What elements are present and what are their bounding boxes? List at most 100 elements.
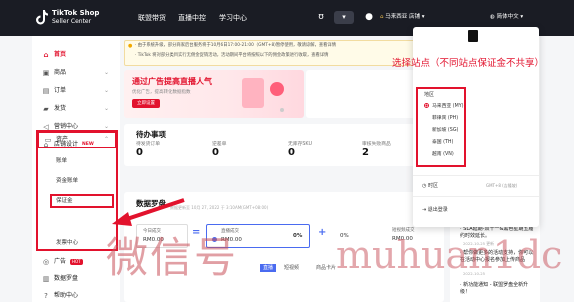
sidebar-sub-deposit[interactable]: 保证金 [56, 196, 73, 206]
logo-subtitle: Seller Center [52, 18, 92, 25]
headset-icon[interactable]: ʊ [314, 10, 328, 24]
todo-value-out-of-stock[interactable]: 0 [288, 147, 295, 158]
chevron-down-icon: ▾ [520, 14, 524, 20]
globe-icon: ◍ [490, 14, 495, 20]
todo-title: 待办事项 [136, 130, 166, 139]
promo-banner[interactable]: 通过广告提高直播人气 优化广告，提高转化数据指数 立即设置 [124, 70, 304, 118]
sidebar-item-label: 发货 [54, 105, 67, 112]
banner-title: 通过广告提高直播人气 [132, 77, 212, 86]
ad-icon: ◎ [42, 258, 50, 266]
todo-value-failed-review[interactable]: 2 [362, 147, 369, 158]
carousel-dot[interactable] [280, 108, 284, 112]
region-label: 地区 [424, 92, 435, 98]
sidebar-sub-invoice[interactable]: 发票中心 [56, 238, 78, 248]
todo-card [124, 124, 444, 166]
region-option-vn[interactable]: 越南 (VN) [432, 151, 454, 159]
language-switcher[interactable]: ◍ 简体中文 ▾ [490, 11, 523, 23]
tab-product-card[interactable]: 商品卡片 [316, 264, 336, 272]
app-root: TikTok Shop Seller Center 联盟带货 直播中控 学习中心… [0, 0, 574, 302]
dropdown-divider [413, 175, 539, 176]
logout-button[interactable]: ⇥ 退出登录 [422, 206, 448, 213]
bell-icon[interactable]: ● [362, 10, 376, 24]
dropdown-divider [413, 196, 539, 197]
timezone-row[interactable]: ◷ 时区 [422, 182, 438, 189]
sidebar-item-ads[interactable]: ◎ 广告 HOT [42, 256, 83, 268]
clock-icon: ◷ [422, 183, 427, 189]
annotation-text: 选择站点（不同站点保证金不共享） [392, 58, 545, 69]
chevron-down-icon: ⌄ [104, 69, 110, 76]
sidebar-item-products[interactable]: ▣ 商品 [42, 67, 66, 79]
chevron-up-icon: ⌃ [104, 136, 110, 143]
store-switcher[interactable]: ⌂ 马来西亚 店铺 ▾ [380, 11, 425, 23]
order-icon: ▤ [42, 87, 50, 95]
notice-line-2: · TikTok 将对部分类目实行无佣金促销活动，活动期间平台将按照以下的佣金政… [135, 53, 329, 58]
todo-label-out-of-stock: 无库存SKU [288, 142, 312, 147]
sidebar-item-label: 资产 [56, 136, 69, 143]
region-option-th[interactable]: 泰国 (TH) [432, 139, 453, 147]
truck-icon: ▰ [43, 105, 49, 113]
todo-label-failed-review: 审核失败商品 [362, 142, 391, 147]
phone-illustration [242, 78, 264, 108]
chevron-down-icon: ▾ [421, 14, 425, 20]
home-icon: ⌂ [43, 51, 49, 59]
notice-banner: ● · 由于系统升级，部分商家后台服务将于10月6日17:00-21:00（GM… [124, 40, 428, 66]
sidebar-item-label: 首页 [54, 51, 67, 58]
watermark-text-cn: 微信号 [106, 233, 239, 282]
wallet-icon: ▭ [44, 136, 52, 144]
hot-badge: HOT [70, 259, 83, 265]
help-icon: ? [44, 292, 48, 300]
message-button[interactable]: ▾ [334, 11, 354, 24]
message-icon: ▾ [342, 13, 346, 21]
tiktok-logo-icon [36, 10, 48, 25]
secondary-banner[interactable] [306, 70, 418, 118]
sidebar-item-help[interactable]: ? 帮助中心 [42, 290, 78, 302]
banner-setup-button[interactable]: 立即设置 [132, 99, 160, 108]
radio-selected-icon [424, 103, 429, 108]
notice-line-1: · 由于系统升级，部分商家后台服务将于10月6日17:00-21:00（GMT+… [135, 43, 337, 48]
sidebar-item-assets[interactable]: ▭ 资产 [44, 134, 68, 146]
tab-short-video[interactable]: 短视频 [284, 264, 299, 272]
box-icon: ▣ [42, 69, 50, 77]
tab-live[interactable]: 直播 [260, 264, 277, 272]
banner-subtitle: 优化广告，提高转化数据指数 [132, 90, 191, 95]
sidebar-sub-fund-bills[interactable]: 资金账单 [56, 176, 78, 186]
chevron-down-icon: ⌄ [104, 87, 110, 94]
timezone-label: 时区 [427, 183, 438, 189]
sidebar-item-data-compass[interactable]: ▥ 数据罗盘 [42, 273, 78, 285]
sidebar-item-shipping[interactable]: ▰ 发货 [42, 103, 66, 115]
sidebar-item-label: 订单 [54, 87, 67, 94]
store-icon: ⌂ [380, 14, 384, 20]
chevron-down-icon: ⌄ [104, 123, 110, 130]
nav-affiliate[interactable]: 联盟带货 [138, 12, 166, 24]
language-label: 简体中文 [496, 14, 519, 20]
logout-label: 退出登录 [427, 207, 448, 213]
region-option-label: 马来西亚 (MY) [432, 104, 464, 109]
sidebar-item-label: 广告 [54, 258, 67, 265]
heart-illustration [270, 82, 284, 96]
warning-icon: ● [128, 43, 133, 49]
logout-icon: ⇥ [422, 207, 427, 213]
todo-value-pending-ship[interactable]: 0 [136, 147, 143, 158]
timezone-value: GMT+8 (吉隆坡) [486, 183, 518, 188]
sidebar-sub-bills[interactable]: 账单 [56, 156, 67, 166]
sidebar-item-orders[interactable]: ▤ 订单 [42, 85, 66, 97]
chevron-down-icon: ⌄ [104, 105, 110, 112]
nav-live-control[interactable]: 直播中控 [178, 12, 206, 24]
nav-learning-center[interactable]: 学习中心 [219, 12, 247, 24]
news-item-3[interactable]: · 新功能通知 - 联盟罗盘全新升级！ [460, 282, 536, 296]
logo-title: TikTok Shop [52, 9, 100, 17]
plus-sign: + [318, 227, 327, 238]
store-name: 马来西亚 店铺 [385, 14, 420, 20]
chart-icon: ▥ [42, 275, 50, 283]
todo-label-reverse: 逆差单 [212, 142, 227, 147]
live-sales-pct: 0% [293, 233, 303, 239]
sidebar-item-home[interactable]: ⌂ 首页 [42, 49, 66, 61]
todo-label-pending-ship: 待发货订单 [136, 142, 160, 147]
region-option-my[interactable]: 马来西亚 (MY) [424, 103, 464, 111]
region-option-sg[interactable]: 新加坡 (SG) [432, 127, 458, 135]
watermark-text-en: muhuan1dc [336, 233, 563, 277]
sidebar-item-label: 商品 [54, 69, 67, 76]
todo-value-reverse[interactable]: 0 [212, 147, 219, 158]
sidebar-item-label: 数据罗盘 [54, 275, 79, 282]
region-option-ph[interactable]: 菲律宾 (PH) [432, 115, 458, 123]
